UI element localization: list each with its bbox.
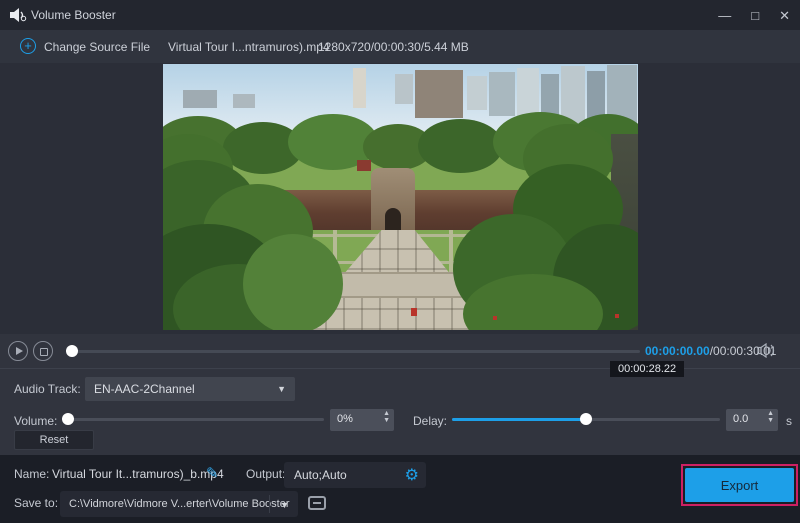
title-bar: Volume Booster — □ ✕ [0, 0, 800, 30]
change-source-file-button[interactable]: Change Source File [44, 40, 150, 54]
reset-button[interactable]: Reset [14, 430, 94, 450]
volume-slider[interactable] [66, 418, 324, 421]
save-to-path: C:\Vidmore\Vidmore V...erter\Volume Boos… [69, 498, 290, 510]
source-file-info: 1280x720/00:00:30/5.44 MB [318, 40, 469, 54]
delay-stepper[interactable]: ▲▼ [767, 410, 774, 424]
audio-track-select[interactable]: EN-AAC-2Channel ▼ [85, 377, 295, 401]
chevron-down-icon: ▼ [280, 500, 289, 510]
save-to-select[interactable]: C:\Vidmore\Vidmore V...erter\Volume Boos… [60, 491, 298, 517]
minimize-icon[interactable]: — [718, 9, 731, 22]
window-title: Volume Booster [31, 8, 116, 22]
audio-track-value: EN-AAC-2Channel [94, 382, 195, 396]
video-preview [163, 64, 638, 330]
audio-track-label: Audio Track: [14, 382, 81, 396]
delay-value-box[interactable]: 0.0 ▲▼ [726, 409, 778, 431]
play-button[interactable] [8, 341, 28, 361]
volume-slider-thumb[interactable] [62, 413, 74, 425]
app-speaker-icon [10, 8, 27, 22]
volume-label: Volume: [14, 414, 57, 428]
stop-button[interactable] [33, 341, 53, 361]
current-time: 00:00:00.00 [645, 344, 710, 358]
output-bar: Name: Virtual Tour It...tramuros)_b.mp4 … [0, 455, 800, 523]
open-folder-icon[interactable] [308, 496, 326, 510]
volume-booster-window: Volume Booster — □ ✕ + Change Source Fil… [0, 0, 800, 523]
chevron-down-icon: ▼ [277, 384, 286, 394]
export-button[interactable]: Export [685, 468, 794, 502]
output-format-value: Auto;Auto [294, 468, 347, 482]
volume-value-box[interactable]: 0% ▲▼ [330, 409, 394, 431]
seek-slider-thumb[interactable] [66, 345, 78, 357]
close-icon[interactable]: ✕ [779, 9, 790, 22]
add-source-icon[interactable]: + [20, 38, 36, 54]
delay-label: Delay: [413, 414, 447, 428]
window-controls: — □ ✕ [718, 0, 790, 30]
output-settings-gear-icon[interactable]: ⚙ [405, 465, 419, 485]
step-up-icon: ▲ [767, 410, 774, 417]
rename-pencil-icon[interactable]: ✎ [206, 464, 219, 482]
save-to-label: Save to: [14, 496, 58, 510]
source-file-name: Virtual Tour I...ntramuros).mp4 [168, 40, 330, 54]
delay-value: 0.0 [733, 413, 748, 425]
delay-slider[interactable] [452, 418, 720, 421]
seek-slider[interactable] [66, 350, 640, 353]
preview-area [0, 63, 800, 334]
output-label: Output: [246, 467, 285, 481]
step-down-icon: ▼ [383, 417, 390, 424]
volume-value: 0% [337, 413, 353, 425]
playback-bar: 00:00:00.00/00:00:30.01 00:00:28.22 [0, 334, 800, 368]
step-up-icon: ▲ [383, 410, 390, 417]
delay-unit: s [786, 414, 792, 428]
mute-toggle-icon[interactable] [757, 343, 775, 358]
output-format-box[interactable]: Auto;Auto ⚙ [284, 462, 426, 488]
step-down-icon: ▼ [767, 417, 774, 424]
output-file-name: Virtual Tour It...tramuros)_b.mp4 [52, 467, 224, 481]
seek-hover-tooltip: 00:00:28.22 [610, 361, 684, 377]
video-scene-shape [371, 168, 415, 232]
maximize-icon[interactable]: □ [751, 9, 759, 22]
source-toolbar: + Change Source File Virtual Tour I...nt… [0, 30, 800, 63]
export-highlight-outline: Export [681, 464, 798, 506]
name-label: Name: [14, 467, 49, 481]
delay-slider-fill [452, 418, 586, 421]
delay-slider-thumb[interactable] [580, 413, 592, 425]
volume-stepper[interactable]: ▲▼ [383, 410, 390, 424]
audio-controls-section: Audio Track: EN-AAC-2Channel ▼ Volume: 0… [0, 368, 800, 455]
